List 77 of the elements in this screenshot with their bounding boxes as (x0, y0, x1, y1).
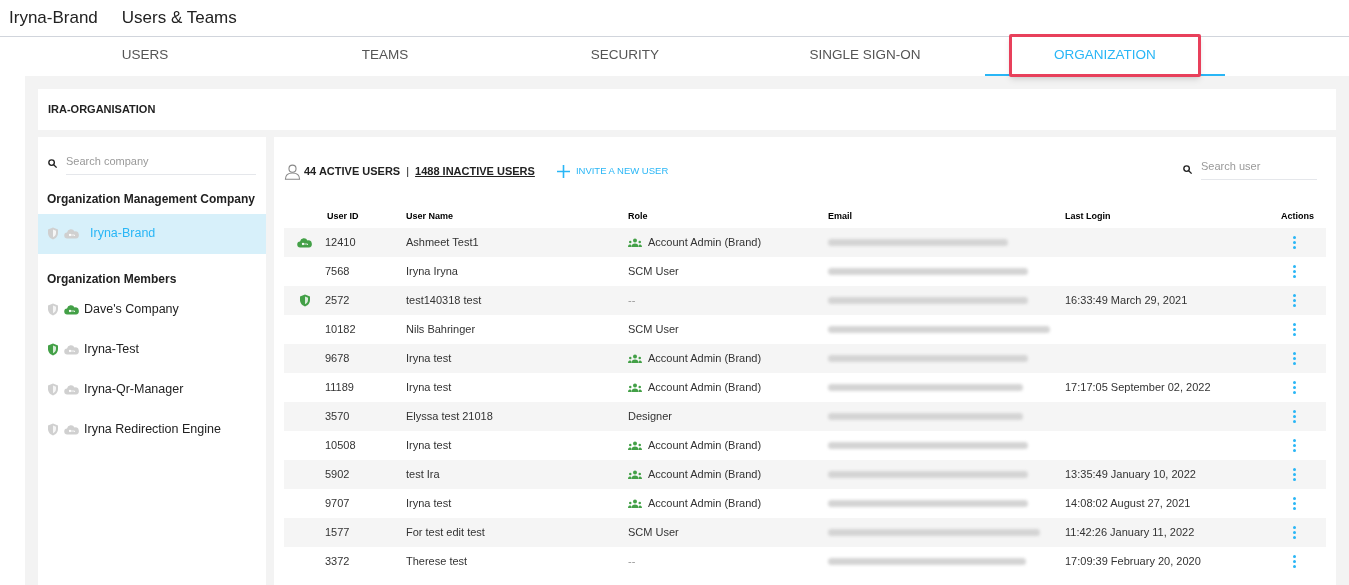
table-cell: 14:08:02 August 27, 2021 (1065, 497, 1191, 510)
tab[interactable]: SECURITY (586, 45, 664, 66)
table-cell-text: Account Admin (Brand) (648, 235, 762, 251)
column-header: Email (828, 210, 852, 221)
table-cell-text: 9707 (325, 496, 350, 512)
table-cell: Iryna test (406, 439, 452, 452)
organization-name: IRA-ORGANISATION (48, 102, 156, 118)
search-company-field[interactable]: Search company (66, 153, 256, 175)
plus-icon (556, 165, 570, 178)
table-cell-text: SCM User (628, 264, 679, 280)
table-cell: Ashmeet Test1 (406, 236, 479, 249)
table-cell-text: 1577 (325, 525, 350, 541)
table-cell-text: SCM User (628, 322, 679, 338)
user-icon (284, 163, 301, 180)
table-cell: 11:42:26 January 11, 2022 (1065, 526, 1195, 539)
column-header: Role (628, 210, 648, 221)
column-header: User ID (327, 210, 359, 221)
section-title: Organization Management Company (46, 190, 257, 208)
more-actions-icon[interactable] (1292, 409, 1297, 424)
more-actions-icon[interactable] (1292, 235, 1297, 250)
active-users-count: 44 ACTIVE USERS (304, 164, 401, 180)
table-cell-text: 7568 (325, 264, 350, 280)
table-cell: Nils Bahringer (406, 323, 476, 336)
tab[interactable]: TEAMS (357, 45, 413, 66)
table-cell: Iryna Iryna (406, 265, 458, 278)
more-actions-icon[interactable] (1292, 351, 1297, 366)
more-actions-icon[interactable] (1292, 525, 1297, 540)
table-cell-text: Account Admin (Brand) (648, 438, 762, 454)
table-cell: 13:35:49 January 10, 2022 (1065, 468, 1196, 481)
more-actions-icon[interactable] (1292, 322, 1297, 337)
search-icon (1182, 163, 1193, 175)
more-actions-icon[interactable] (1292, 380, 1297, 395)
app-title: Iryna-Brand (9, 7, 98, 30)
more-actions-icon[interactable] (1292, 264, 1297, 279)
more-actions-icon[interactable] (1292, 496, 1297, 511)
table-cell-text: 12410 (325, 235, 356, 251)
table-cell-text: 10182 (325, 322, 356, 338)
table-cell-text: 2572 (325, 293, 350, 309)
table-cell: Iryna test (406, 352, 452, 365)
table-cell: test140318 test (406, 294, 482, 307)
table-cell-text: 11189 (325, 380, 354, 396)
more-actions-icon[interactable] (1292, 293, 1297, 308)
column-header: Actions (1281, 210, 1314, 221)
table-cell: Elyssa test 21018 (406, 410, 493, 423)
table-cell-text: -- (628, 554, 636, 570)
search-icon (47, 158, 58, 170)
table-cell-text: Account Admin (Brand) (648, 496, 762, 512)
table-cell: test Ira (406, 468, 440, 481)
table-cell: Therese test (406, 555, 468, 568)
tab[interactable]: SINGLE SIGN-ON (805, 45, 925, 66)
table-cell: Iryna test (406, 497, 452, 510)
table-cell: 17:17:05 September 02, 2022 (1065, 381, 1211, 394)
separator-text: | (406, 164, 410, 180)
table-cell-text: SCM User (628, 525, 679, 541)
column-header: User Name (406, 210, 454, 221)
more-actions-icon[interactable] (1292, 438, 1297, 453)
column-header: Last Login (1065, 210, 1111, 221)
more-actions-icon[interactable] (1292, 554, 1297, 569)
table-cell-text: 3570 (325, 409, 350, 425)
table-cell-text: Account Admin (Brand) (648, 467, 762, 483)
table-cell-text: 3372 (325, 554, 350, 570)
table-cell: 17:09:39 February 20, 2020 (1065, 555, 1201, 568)
page-title: Users & Teams (121, 7, 237, 30)
table-cell-text: -- (628, 293, 636, 309)
table-cell: Iryna test (406, 381, 452, 394)
table-cell-text: 10508 (325, 438, 356, 454)
table-cell-text: Account Admin (Brand) (648, 380, 762, 396)
table-cell: 16:33:49 March 29, 2021 (1065, 294, 1188, 307)
table-cell-text: Designer (628, 409, 673, 425)
search-user-field[interactable]: Search user (1201, 157, 1317, 181)
table-cell-text: Account Admin (Brand) (648, 351, 762, 367)
section-title: Organization Members (46, 270, 178, 288)
table-cell-text: 9678 (325, 351, 350, 367)
tab[interactable]: USERS (117, 45, 173, 66)
table-cell-text: 5902 (325, 467, 350, 483)
more-actions-icon[interactable] (1292, 467, 1297, 482)
table-cell: For test edit test (406, 526, 485, 539)
